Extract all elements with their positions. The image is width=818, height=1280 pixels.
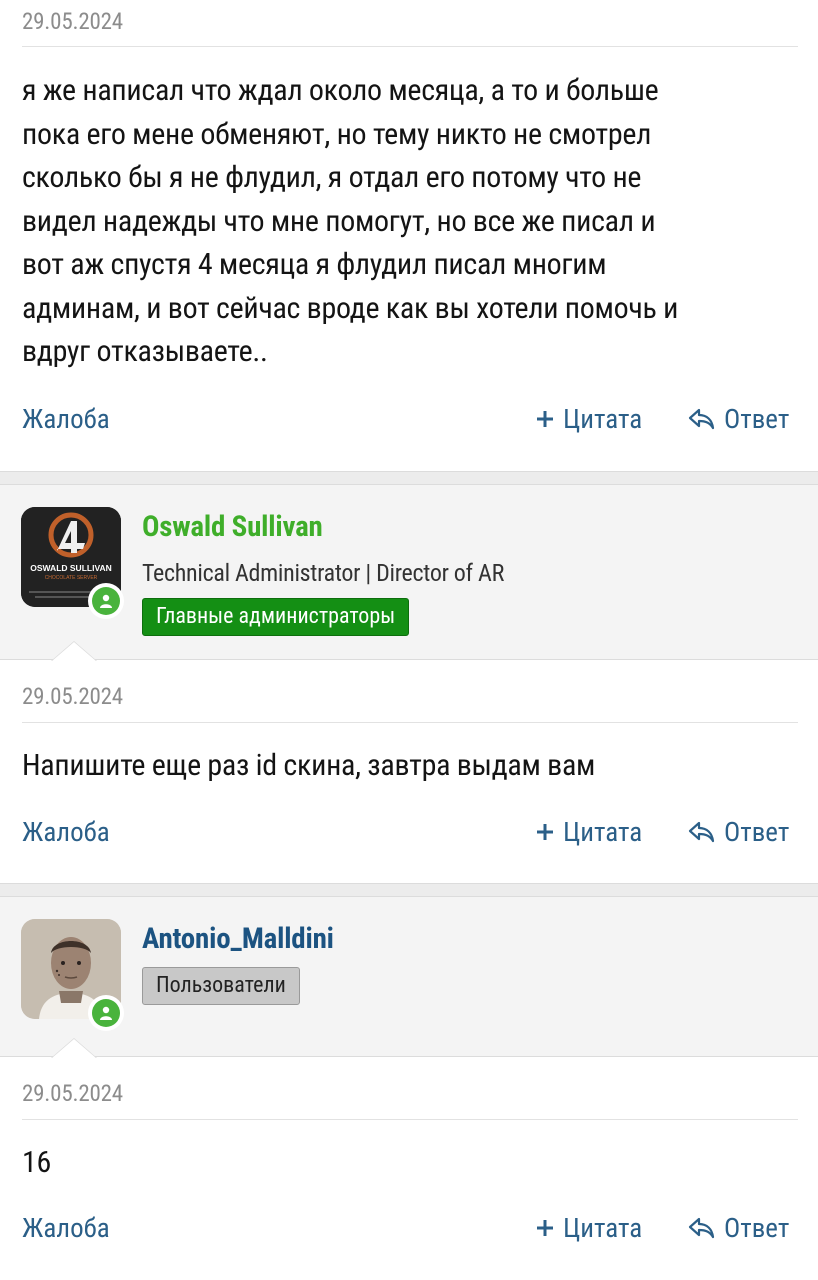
- divider: [22, 1119, 798, 1120]
- group-badge: Главные администраторы: [142, 598, 410, 636]
- reply-button[interactable]: Ответ: [688, 403, 789, 435]
- message-line: админам, и вот сейчас вроде как вы хотел…: [22, 290, 679, 326]
- quote-label: Цитата: [563, 816, 643, 848]
- quote-label: Цитата: [563, 1212, 643, 1244]
- post-separator: [0, 883, 818, 897]
- report-label: Жалоба: [22, 1212, 110, 1244]
- post-actions: Жалоба Цитата Ответ: [0, 816, 818, 856]
- group-badge: Пользователи: [142, 967, 300, 1005]
- report-link[interactable]: Жалоба: [22, 403, 110, 435]
- post-2: 29.05.2024 Напишите еще раз id скина, за…: [0, 661, 818, 883]
- post-date: 29.05.2024: [22, 683, 123, 710]
- quote-button[interactable]: Цитата: [535, 816, 642, 848]
- post-date: 29.05.2024: [22, 1080, 123, 1107]
- author-avatar[interactable]: [21, 919, 124, 1031]
- post-1: 29.05.2024 я же написал что ждал около м…: [0, 0, 818, 471]
- post-message: 16: [22, 1141, 800, 1185]
- message-line: Напишите еще раз id скина, завтра выдам …: [22, 748, 596, 783]
- post-date: 29.05.2024: [22, 8, 123, 35]
- author-name[interactable]: Antonio_Malldini: [142, 922, 334, 956]
- message-line: вот аж спустя 4 месяца я флудил писал мн…: [22, 247, 607, 282]
- report-link[interactable]: Жалоба: [22, 1212, 110, 1244]
- pointer: [52, 1039, 96, 1058]
- post-separator: [0, 471, 818, 485]
- report-label: Жалоба: [22, 403, 110, 435]
- pointer: [52, 642, 96, 661]
- post-actions: Жалоба Цитата Ответ: [0, 403, 818, 443]
- reply-icon: [688, 407, 716, 431]
- message-line: видел надежды что мне помогут, но все же…: [22, 203, 656, 239]
- reply-icon: [688, 820, 716, 844]
- quote-button[interactable]: Цитата: [535, 403, 642, 435]
- author-avatar[interactable]: OSWALD SULLIVAN CHOCOLATE SERVER: [21, 507, 124, 619]
- report-link[interactable]: Жалоба: [22, 816, 110, 848]
- author-title: Technical Administrator | Director of AR: [142, 559, 505, 587]
- reply-label: Ответ: [724, 403, 790, 435]
- reply-button[interactable]: Ответ: [688, 1212, 789, 1244]
- quote-button[interactable]: Цитата: [535, 1212, 642, 1244]
- quote-label: Цитата: [563, 403, 643, 435]
- message-line: вдруг отказываете..: [22, 334, 268, 369]
- report-label: Жалоба: [22, 816, 110, 848]
- message-line: 16: [22, 1145, 52, 1180]
- reply-button[interactable]: Ответ: [688, 816, 789, 848]
- plus-icon: [535, 1218, 555, 1238]
- post-3: 29.05.2024 16 Жалоба Цитата Ответ: [0, 1058, 818, 1280]
- avatar-subcaption: CHOCOLATE SERVER: [44, 575, 98, 581]
- online-status-icon: [88, 583, 124, 619]
- message-line: сколько бы я не флудил, я отдал его пото…: [22, 160, 642, 195]
- post-author-bar: OSWALD SULLIVAN CHOCOLATE SERVER Oswald …: [0, 485, 818, 660]
- avatar-caption: OSWALD SULLIVAN: [30, 563, 112, 573]
- message-line: пока его мене обменяют, но тему никто не…: [22, 116, 652, 152]
- reply-icon: [688, 1216, 716, 1240]
- post-message: я же написал что ждал около месяца, а то…: [22, 69, 800, 374]
- message-line: я же написал что ждал около месяца, а то…: [22, 73, 659, 108]
- plus-icon: [535, 822, 555, 842]
- reply-label: Ответ: [724, 1212, 790, 1244]
- author-name[interactable]: Oswald Sullivan: [142, 510, 323, 544]
- post-author-bar: Antonio_Malldini Пользователи: [0, 897, 818, 1057]
- post-actions: Жалоба Цитата Ответ: [0, 1212, 818, 1252]
- online-status-icon: [88, 995, 124, 1031]
- post-message: Напишите еще раз id скина, завтра выдам …: [22, 744, 800, 788]
- divider: [22, 722, 798, 723]
- divider: [22, 46, 798, 47]
- reply-label: Ответ: [724, 816, 790, 848]
- plus-icon: [535, 409, 555, 429]
